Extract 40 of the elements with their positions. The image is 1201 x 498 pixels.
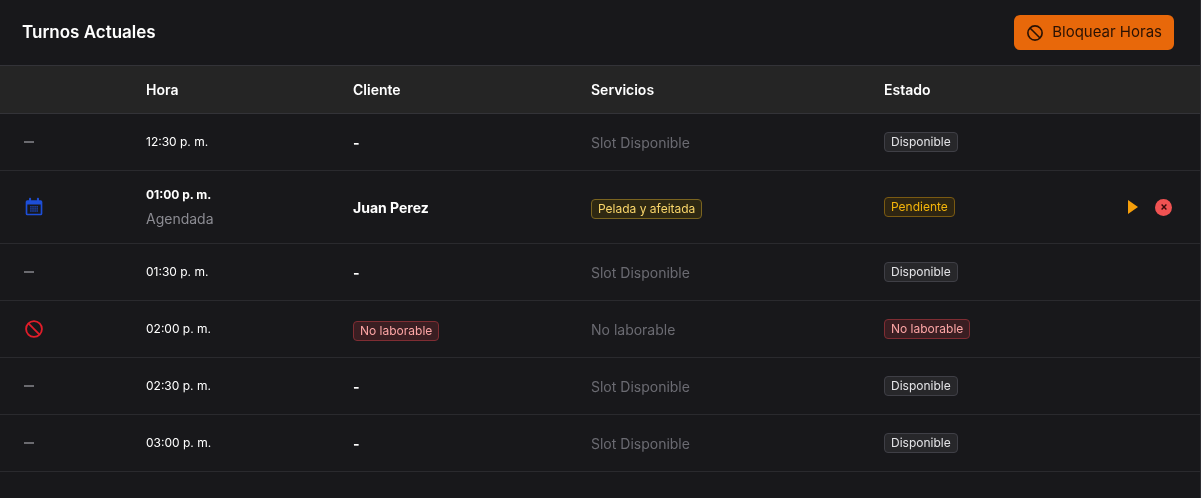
column-header: Hora	[146, 80, 180, 100]
time-label: 12:30 p. m.	[146, 133, 210, 151]
block-hours-button[interactable]: Bloquear Horas	[1014, 15, 1174, 50]
status-badge: Disponible	[884, 132, 958, 152]
dash-icon	[24, 271, 34, 273]
time-label: 01:30 p. m.	[146, 263, 210, 281]
cancel-button[interactable]	[1155, 198, 1172, 216]
column-header: Cliente	[353, 80, 402, 100]
status-badge: No laborable	[353, 321, 440, 341]
status-badge: Disponible	[884, 376, 958, 396]
service-text: No laborable	[591, 321, 676, 338]
time-label: 01:00 p. m.	[146, 185, 213, 204]
client-name: -	[353, 435, 360, 452]
status-badge: Pendiente	[884, 197, 955, 217]
dash-icon	[24, 385, 34, 387]
blocked-icon	[24, 319, 44, 339]
client-name: -	[353, 264, 360, 281]
service-tag: Pelada y afeitada	[591, 199, 703, 219]
status-badge: Disponible	[884, 262, 958, 282]
time-label: 03:00 p. m.	[146, 434, 213, 452]
status-badge: Disponible	[884, 433, 958, 453]
page-title: Turnos Actuales	[22, 20, 156, 44]
dash-icon	[24, 141, 34, 143]
status-badge: No laborable	[884, 319, 971, 339]
service-text: Slot Disponible	[591, 378, 690, 395]
booking-state: Agendada	[146, 208, 215, 229]
time-label: 02:00 p. m.	[146, 320, 212, 338]
service-text: Slot Disponible	[591, 134, 690, 151]
calendar-icon	[24, 197, 44, 217]
client-name: -	[353, 134, 360, 151]
close-icon	[1159, 203, 1168, 211]
block-icon	[1026, 23, 1045, 42]
time-label: 02:30 p. m.	[146, 377, 212, 395]
client-name: Juan Perez	[353, 199, 429, 216]
service-text: Slot Disponible	[591, 435, 690, 452]
client-name: -	[353, 378, 360, 395]
service-text: Slot Disponible	[591, 264, 690, 281]
column-header: Estado	[884, 80, 932, 100]
column-header: Servicios	[591, 80, 656, 100]
dash-icon	[24, 442, 34, 444]
